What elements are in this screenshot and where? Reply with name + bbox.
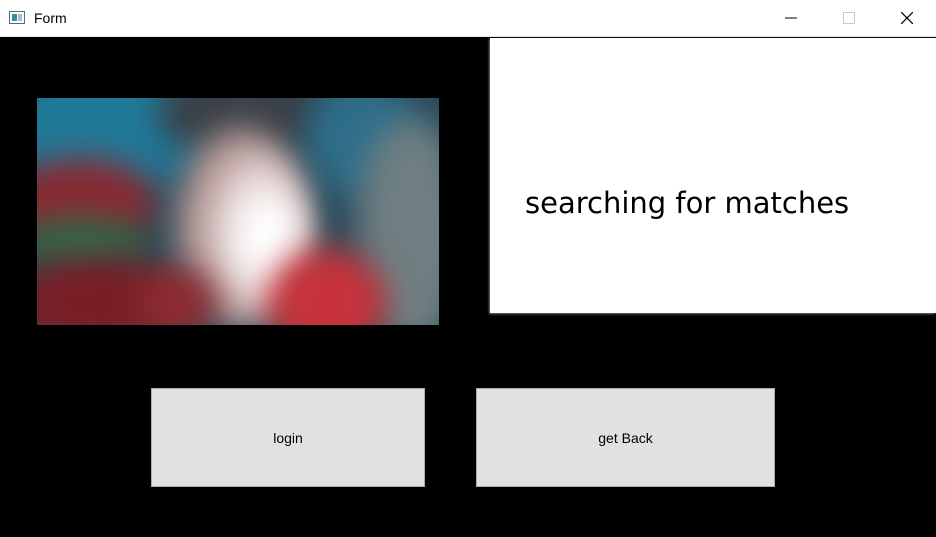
get-back-button[interactable]: get Back xyxy=(476,388,775,487)
form-client-area: searching for matches login get Back xyxy=(0,37,936,537)
login-button[interactable]: login xyxy=(151,388,425,487)
window-title: Form xyxy=(34,10,67,26)
close-button[interactable] xyxy=(878,0,936,36)
form-window-icon xyxy=(9,11,25,24)
minimize-button[interactable] xyxy=(762,0,820,36)
maximize-icon xyxy=(843,12,855,24)
match-status-text: searching for matches xyxy=(525,186,850,220)
title-bar[interactable]: Form xyxy=(0,0,936,37)
camera-feed xyxy=(37,98,439,325)
minimize-icon xyxy=(785,17,797,19)
close-icon xyxy=(901,12,913,24)
form-window: Form searching for matches login get Bac… xyxy=(0,0,936,537)
match-status-panel: searching for matches xyxy=(490,38,936,313)
maximize-button[interactable] xyxy=(820,0,878,36)
